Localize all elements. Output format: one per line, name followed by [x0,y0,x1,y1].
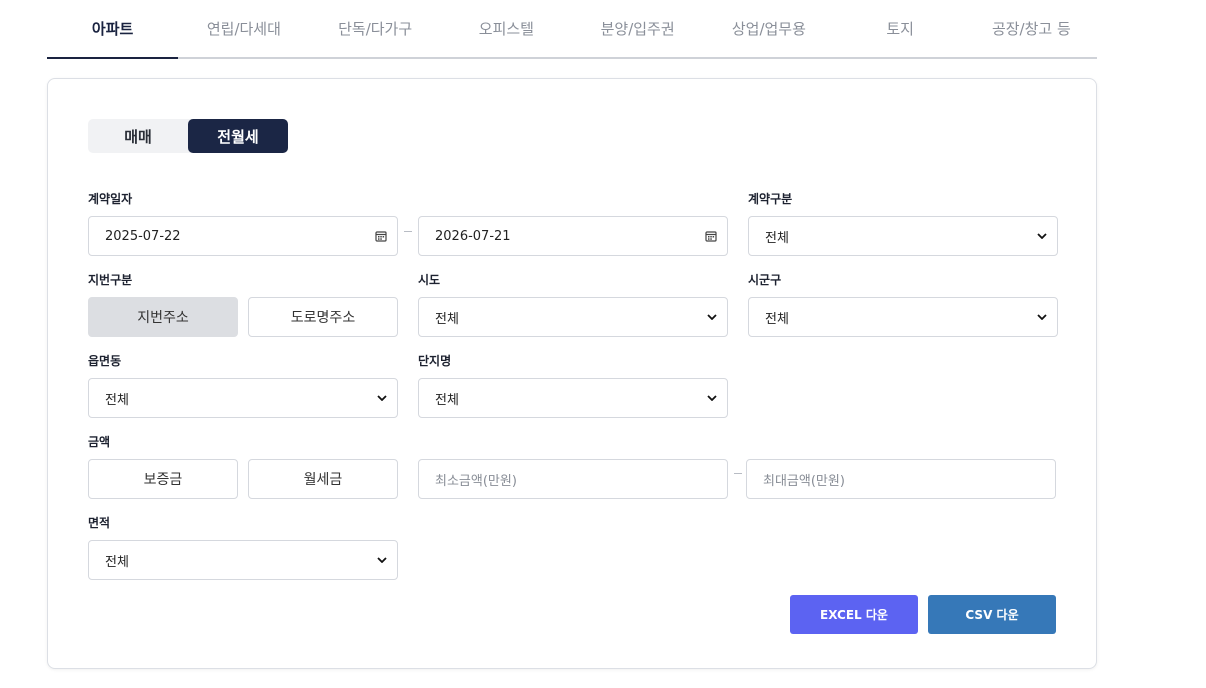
csv-download-button[interactable]: CSV 다운 [928,595,1056,634]
chevron-down-icon [377,393,387,403]
lot-type-label: 지번구분 [88,273,133,287]
contract-type-label: 계약구분 [748,192,793,206]
deposit-button[interactable]: 보증금 [88,459,238,499]
tab-commercial[interactable]: 상업/업무용 [703,0,834,57]
tab-factory[interactable]: 공장/창고 등 [966,0,1097,57]
area-select[interactable]: 전체 [88,540,398,580]
amount-label: 금액 [88,435,111,449]
tab-officetel[interactable]: 오피스텔 [441,0,572,57]
max-amount-placeholder: 최대금액(만원) [763,473,845,489]
tab-land[interactable]: 토지 [835,0,966,57]
min-amount-placeholder: 최소금액(만원) [435,473,517,489]
contract-date-end-field[interactable]: 2026-07-21 [418,216,728,256]
sigungu-label: 시군구 [748,273,782,287]
tab-row-house[interactable]: 연립/다세대 [178,0,309,57]
complex-select[interactable]: 전체 [418,378,728,418]
eupmyeondong-label: 읍면동 [88,354,122,368]
tab-presale[interactable]: 분양/입주권 [572,0,703,57]
search-panel: 매매 전월세 계약일자 계약구분 2025-07-22 2026-07-21 전… [47,78,1097,669]
chevron-down-icon [1037,312,1047,322]
sale-toggle-button[interactable]: 매매 [88,119,188,153]
area-label: 면적 [88,516,111,530]
chevron-down-icon [1037,231,1047,241]
amount-range-dash [734,473,742,474]
complex-value: 전체 [435,392,459,408]
eupmyeondong-select[interactable]: 전체 [88,378,398,418]
calendar-icon[interactable] [705,230,717,242]
contract-date-start-value: 2025-07-22 [105,228,181,244]
tab-apartment[interactable]: 아파트 [47,0,179,59]
property-type-tabs: 아파트 연립/다세대 단독/다가구 오피스텔 분양/입주권 상업/업무용 토지 … [47,0,1097,59]
sigungu-select[interactable]: 전체 [748,297,1058,337]
tab-detached-house[interactable]: 단독/다가구 [310,0,441,57]
contract-type-value: 전체 [765,230,789,246]
lot-address-button[interactable]: 지번주소 [88,297,238,337]
contract-date-start-field[interactable]: 2025-07-22 [88,216,398,256]
lease-toggle-button[interactable]: 전월세 [188,119,288,153]
sigungu-value: 전체 [765,311,789,327]
min-amount-input[interactable]: 최소금액(만원) [418,459,728,499]
sido-value: 전체 [435,311,459,327]
sido-select[interactable]: 전체 [418,297,728,337]
max-amount-input[interactable]: 최대금액(만원) [746,459,1056,499]
sido-label: 시도 [418,273,441,287]
chevron-down-icon [377,555,387,565]
area-value: 전체 [105,554,129,570]
road-address-button[interactable]: 도로명주소 [248,297,398,337]
contract-date-label: 계약일자 [88,192,133,206]
contract-type-select[interactable]: 전체 [748,216,1058,256]
complex-label: 단지명 [418,354,452,368]
chevron-down-icon [707,312,717,322]
chevron-down-icon [707,393,717,403]
calendar-icon[interactable] [375,230,387,242]
monthly-rent-button[interactable]: 월세금 [248,459,398,499]
eupmyeondong-value: 전체 [105,392,129,408]
date-range-dash [404,231,412,232]
contract-date-end-value: 2026-07-21 [435,228,511,244]
excel-download-button[interactable]: EXCEL 다운 [790,595,918,634]
trade-type-toggle: 매매 전월세 [88,119,288,153]
